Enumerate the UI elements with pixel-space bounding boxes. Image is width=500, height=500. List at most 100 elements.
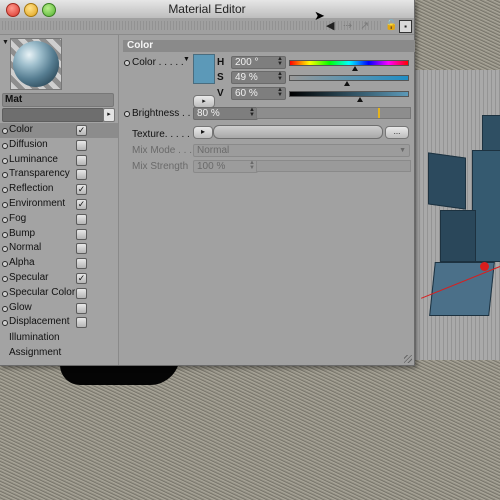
texture-slot[interactable] (213, 125, 383, 139)
animation-dot-icon[interactable] (2, 201, 8, 208)
channel-label: Environment (9, 197, 66, 209)
hue-slider-thumb[interactable] (351, 66, 358, 71)
hue-slider[interactable] (289, 60, 409, 66)
stepper-icon[interactable]: ▲ ▼ (249, 160, 255, 171)
value-slider-thumb[interactable] (356, 97, 363, 102)
arrow-up-icon[interactable]: ↗ (360, 19, 369, 33)
channel-checkbox[interactable] (76, 287, 87, 299)
arrow-right-icon[interactable]: ⇢ (343, 19, 352, 33)
channel-checkbox[interactable] (76, 317, 87, 329)
texture-browse-button[interactable]: ... (385, 126, 409, 139)
value-slider[interactable] (289, 91, 409, 97)
filter-dropdown-button[interactable]: ▸ (103, 108, 115, 122)
channel-item[interactable]: Alpha (0, 256, 118, 271)
animation-dot-icon[interactable] (2, 290, 8, 297)
chevron-down-icon[interactable]: ▼ (183, 56, 190, 63)
channel-checkbox[interactable] (76, 139, 87, 151)
channel-item[interactable]: Displacement (0, 315, 118, 330)
channel-label: Glow (9, 301, 32, 313)
mix-strength-label: Mix Strength (132, 161, 189, 172)
channel-item[interactable]: Environment ✓ (0, 197, 118, 212)
mix-mode-select[interactable]: Normal ▼ (193, 144, 410, 157)
brightness-slider[interactable] (256, 107, 411, 119)
panel-item-illumination[interactable]: Illumination (0, 330, 118, 345)
channel-item[interactable]: Transparency (0, 167, 118, 182)
toolbar-grip[interactable] (2, 21, 382, 30)
hue-field[interactable]: 200 ° ▲ ▼ (231, 56, 286, 69)
channel-label: Color (9, 124, 33, 135)
mix-strength-field[interactable]: 100 % ▲ ▼ (193, 160, 258, 173)
channel-filter-field[interactable] (2, 108, 104, 122)
channel-item[interactable]: Color ✓ (0, 123, 118, 138)
texture-label: Texture. . . . . (132, 129, 190, 140)
axis-handle[interactable] (480, 262, 489, 271)
channel-item[interactable]: Specular Color (0, 286, 118, 301)
animation-dot-icon[interactable] (124, 60, 130, 66)
animation-dot-icon[interactable] (2, 305, 8, 312)
channel-checkbox[interactable]: ✓ (76, 125, 87, 136)
brightness-slider-thumb[interactable] (378, 108, 381, 118)
resize-grip[interactable] (404, 355, 412, 363)
channel-checkbox[interactable] (76, 243, 87, 255)
stepper-icon[interactable]: ▲ ▼ (249, 107, 255, 118)
channel-label: Diffusion (9, 138, 48, 150)
saturation-slider-thumb[interactable] (343, 81, 350, 86)
arrow-left-icon[interactable]: ◀ (326, 19, 334, 33)
animation-dot-icon[interactable] (124, 111, 130, 117)
channel-list: Color ✓ Diffusion Luminance Transparency Refl… (0, 123, 118, 360)
window-title: Material Editor (168, 2, 246, 16)
channel-item[interactable]: Fog (0, 212, 118, 227)
channel-label: Luminance (9, 153, 58, 165)
animation-dot-icon[interactable] (2, 142, 8, 149)
viewport-object (472, 150, 500, 262)
stepper-icon[interactable]: ▲ ▼ (277, 71, 283, 82)
channel-item[interactable]: Bump (0, 227, 118, 242)
animation-dot-icon[interactable] (2, 320, 8, 327)
channel-label: Bump (9, 227, 36, 239)
brightness-label: Brightness . . (132, 108, 191, 119)
animation-dot-icon[interactable] (2, 187, 8, 194)
channel-checkbox[interactable] (76, 154, 87, 166)
stepper-icon[interactable]: ▲ ▼ (277, 56, 283, 67)
value-field[interactable]: 60 % ▲ ▼ (231, 87, 286, 100)
saturation-field[interactable]: 49 % ▲ ▼ (231, 71, 286, 84)
channel-checkbox[interactable] (76, 302, 87, 314)
channel-label: Transparency (9, 168, 70, 180)
channel-item[interactable]: Glow (0, 301, 118, 316)
channel-item[interactable]: Normal (0, 241, 118, 256)
titlebar[interactable]: Material Editor (0, 0, 414, 19)
lock-icon[interactable]: 🔓 (385, 19, 397, 33)
brightness-field[interactable]: 80 % ▲ ▼ (193, 107, 258, 120)
animation-dot-icon[interactable] (2, 216, 8, 223)
animation-dot-icon[interactable] (2, 246, 8, 253)
panel-item-assignment[interactable]: Assignment (0, 345, 118, 360)
channel-checkbox[interactable]: ✓ (76, 198, 87, 210)
channel-checkbox[interactable]: ✓ (76, 184, 87, 196)
channel-item[interactable]: Specular ✓ (0, 271, 118, 286)
material-editor-window: Material Editor ◀ ⇢ ↗ 🔓 ▪ ▼ Mat ▸ Color ✓… (0, 0, 415, 366)
channel-item[interactable]: Luminance (0, 153, 118, 168)
color-swatch[interactable] (193, 54, 215, 84)
color-panel: Color Color . . . . . ▼ H 200 ° ▲ ▼ S 49 %… (119, 35, 415, 365)
channel-item[interactable]: Diffusion (0, 138, 118, 153)
channel-checkbox[interactable]: ✓ (76, 272, 87, 284)
mix-strength-slider[interactable] (256, 160, 411, 172)
channel-checkbox[interactable] (76, 213, 87, 225)
animation-dot-icon[interactable] (2, 172, 8, 179)
material-preview[interactable] (10, 38, 62, 90)
hue-value: 200 ° (235, 57, 259, 68)
chevron-down-icon[interactable]: ▼ (2, 39, 9, 46)
animation-dot-icon[interactable] (2, 261, 8, 268)
material-name-field[interactable]: Mat (2, 93, 114, 107)
channel-item[interactable]: Reflection ✓ (0, 182, 118, 197)
animation-dot-icon[interactable] (2, 231, 8, 238)
panel-menu-icon[interactable]: ▪ (399, 20, 412, 33)
animation-dot-icon[interactable] (2, 275, 8, 282)
channel-checkbox[interactable] (76, 258, 87, 270)
channel-checkbox[interactable] (76, 169, 87, 181)
animation-dot-icon[interactable] (2, 157, 8, 164)
animation-dot-icon[interactable] (2, 128, 8, 134)
stepper-icon[interactable]: ▲ ▼ (277, 87, 283, 98)
channel-checkbox[interactable] (76, 228, 87, 240)
texture-menu-button[interactable]: ▸ (193, 126, 213, 139)
